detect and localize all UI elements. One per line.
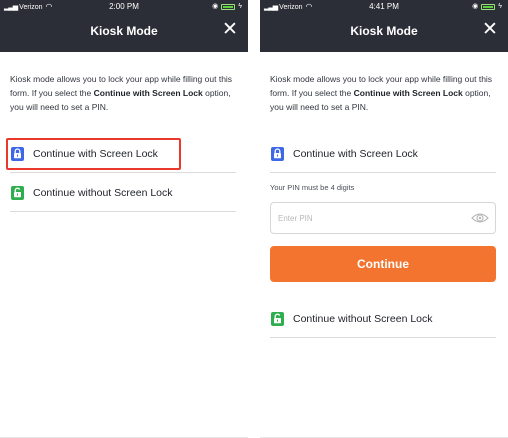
kiosk-screen-initial: ▂▃▅ Verizon ◠ 2:00 PM ◉ ϟ Kiosk Mode ✕ Kios… — [0, 0, 248, 438]
unlock-icon — [11, 185, 24, 200]
charging-icon: ϟ — [498, 3, 502, 10]
intro-text: Kiosk mode allows you to lock your app w… — [10, 72, 240, 114]
option-label: Continue with Screen Lock — [293, 147, 418, 160]
continue-with-screen-lock-option[interactable]: Continue with Screen Lock — [270, 135, 496, 173]
kiosk-screen-pin-entry: ▂▃▅ Verizon ◠ 4:41 PM ◉ ϟ Kiosk Mode ✕ Kios… — [260, 0, 508, 438]
header-bar: ▂▃▅ Verizon ◠ 4:41 PM ◉ ϟ Kiosk Mode ✕ — [260, 0, 508, 52]
option-label: Continue without Screen Lock — [293, 312, 433, 325]
intro-text: Kiosk mode allows you to lock your app w… — [270, 72, 500, 114]
page-title: Kiosk Mode — [350, 24, 418, 38]
continue-without-screen-lock-option[interactable]: Continue without Screen Lock — [10, 174, 236, 212]
lock-icon — [271, 146, 284, 161]
location-icon: ◉ — [472, 3, 479, 10]
status-bar: ▂▃▅ Verizon ◠ 4:41 PM ◉ ϟ — [260, 0, 508, 14]
status-time: 4:41 PM — [369, 2, 399, 11]
header-bar: ▂▃▅ Verizon ◠ 2:00 PM ◉ ϟ Kiosk Mode ✕ — [0, 0, 248, 52]
status-right: ◉ ϟ — [212, 0, 242, 14]
intro-bold: Continue with Screen Lock — [93, 88, 203, 98]
option-label: Continue without Screen Lock — [33, 186, 173, 199]
continue-button[interactable]: Continue — [270, 246, 496, 282]
intro-bold: Continue with Screen Lock — [353, 88, 463, 98]
page-title: Kiosk Mode — [90, 24, 158, 38]
battery-icon — [481, 4, 496, 10]
pin-input[interactable] — [271, 203, 461, 233]
status-time: 2:00 PM — [109, 2, 139, 11]
status-bar: ▂▃▅ Verizon ◠ 2:00 PM ◉ ϟ — [0, 0, 248, 14]
unlock-icon — [271, 311, 284, 326]
continue-without-screen-lock-option[interactable]: Continue without Screen Lock — [270, 300, 496, 338]
pin-hint: Your PIN must be 4 digits — [270, 183, 355, 192]
status-right: ◉ ϟ — [472, 0, 502, 14]
charging-icon: ϟ — [238, 3, 242, 10]
battery-icon — [221, 4, 236, 10]
selection-highlight — [6, 138, 181, 170]
location-icon: ◉ — [212, 3, 219, 10]
close-icon[interactable]: ✕ — [480, 19, 500, 41]
eye-icon[interactable] — [471, 211, 489, 225]
close-icon[interactable]: ✕ — [220, 19, 240, 41]
pin-field — [270, 202, 496, 234]
